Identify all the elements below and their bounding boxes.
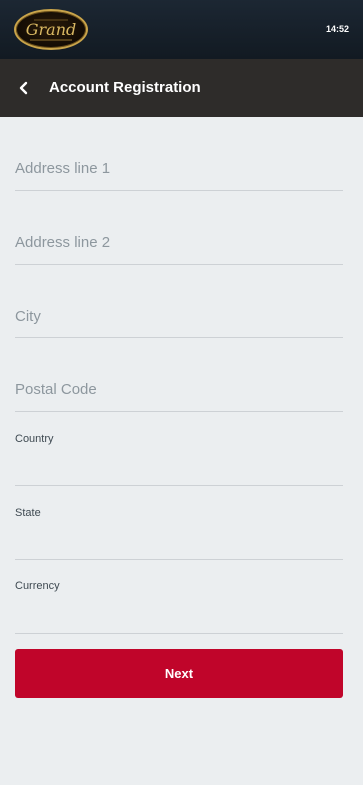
back-button[interactable] [14, 78, 34, 98]
postal-code-field[interactable]: Postal Code [15, 369, 343, 412]
address-line-1-placeholder: Address line 1 [15, 160, 111, 177]
state-select[interactable]: State [15, 507, 343, 560]
country-select[interactable]: Country [15, 433, 343, 486]
postal-code-placeholder: Postal Code [15, 381, 97, 398]
page-header: Account Registration [0, 59, 363, 117]
address-line-2-placeholder: Address line 2 [15, 234, 111, 251]
status-time: 14:52 [325, 24, 349, 34]
page-title: Account Registration [49, 79, 201, 96]
currency-select[interactable]: Currency [15, 580, 343, 634]
address-line-2-field[interactable]: Address line 2 [15, 222, 343, 265]
city-field[interactable]: City [15, 296, 343, 338]
currency-label: Currency [15, 580, 60, 592]
next-button[interactable]: Next [15, 649, 343, 698]
top-bar: Grand 14:52 [0, 0, 363, 59]
state-label: State [15, 507, 41, 519]
country-label: Country [15, 433, 54, 445]
brand-logo[interactable]: Grand [14, 9, 88, 50]
city-placeholder: City [15, 308, 41, 325]
chevron-left-icon [19, 81, 28, 95]
logo-script: Grand [26, 20, 77, 39]
address-line-1-field[interactable]: Address line 1 [15, 148, 343, 191]
